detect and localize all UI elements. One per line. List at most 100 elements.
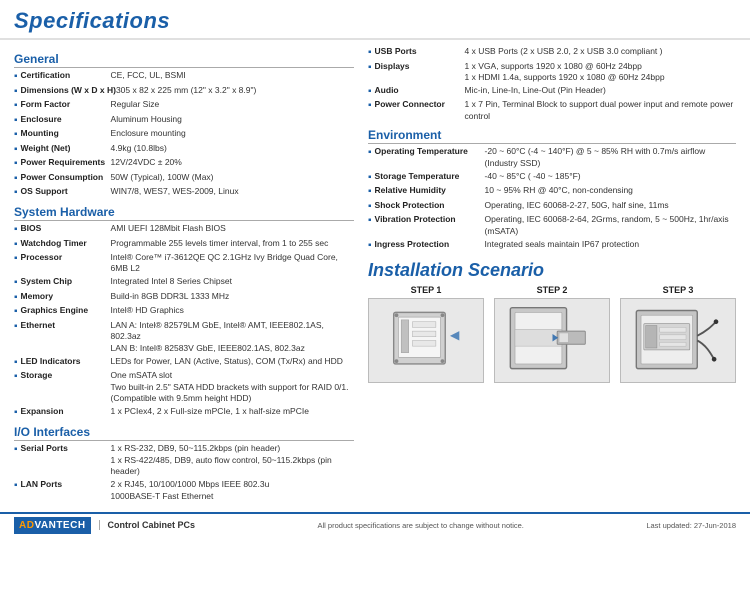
spec-label: Watchdog Timer — [21, 238, 111, 251]
page-footer: ADVANTECH Control Cabinet PCs All produc… — [0, 512, 750, 537]
logo-rest: VANTECH — [34, 520, 85, 531]
list-item: ▪Weight (Net)4.9kg (10.8lbs) — [14, 143, 354, 156]
spec-value: -20 ~ 60°C (-4 ~ 140°F) @ 5 ~ 85% RH wit… — [485, 146, 736, 169]
spec-value: 1 x VGA, supports 1920 x 1080 @ 60Hz 24b… — [465, 61, 736, 84]
spec-value: 12V/24VDC ± 20% — [111, 157, 354, 170]
footer-product: Control Cabinet PCs — [99, 520, 196, 530]
list-item: ▪LED IndicatorsLEDs for Power, LAN (Acti… — [14, 356, 354, 369]
spec-label: Form Factor — [21, 99, 111, 112]
step-image-1 — [368, 298, 484, 383]
spec-label: USB Ports — [375, 46, 465, 59]
bullet-icon: ▪ — [368, 61, 372, 84]
spec-label: System Chip — [21, 276, 111, 289]
list-item: ▪Shock ProtectionOperating, IEC 60068-2-… — [368, 200, 736, 213]
spec-value: Enclosure mounting — [111, 128, 354, 141]
spec-value: Operating, IEC 60068-2-64, 2Grms, random… — [485, 214, 736, 237]
list-item: ▪OS SupportWIN7/8, WES7, WES-2009, Linux — [14, 186, 354, 199]
advantech-logo: ADVANTECH — [14, 517, 91, 534]
step-image-3 — [620, 298, 736, 383]
list-item: ▪AudioMic-in, Line-In, Line-Out (Pin Hea… — [368, 85, 736, 98]
spec-value: Aluminum Housing — [111, 114, 354, 127]
spec-label: Enclosure — [21, 114, 111, 127]
main-content: General▪CertificationCE, FCC, UL, BSMI▪D… — [0, 40, 750, 504]
spec-label: Processor — [21, 252, 111, 275]
spec-label: Ethernet — [21, 320, 111, 354]
environment-title: Environment — [368, 128, 736, 144]
bullet-icon: ▪ — [368, 214, 372, 237]
list-item: ▪Power Requirements12V/24VDC ± 20% — [14, 157, 354, 170]
list-item: ▪Dimensions (W x D x H)305 x 82 x 225 mm… — [14, 85, 354, 98]
install-step-3: STEP 3 — [620, 285, 736, 383]
spec-label: Expansion — [21, 406, 111, 419]
spec-value: 4.9kg (10.8lbs) — [111, 143, 354, 156]
spec-value: Integrated Intel 8 Series Chipset — [111, 276, 354, 289]
list-item: ▪Storage Temperature-40 ~ 85°C ( -40 ~ 1… — [368, 171, 736, 184]
spec-value: 50W (Typical), 100W (Max) — [111, 172, 354, 185]
spec-value: Programmable 255 levels timer interval, … — [111, 238, 354, 251]
spec-list: ▪CertificationCE, FCC, UL, BSMI▪Dimensio… — [14, 70, 354, 199]
spec-label: Storage Temperature — [375, 171, 485, 184]
step-label: STEP 1 — [368, 285, 484, 295]
list-item: ▪CertificationCE, FCC, UL, BSMI — [14, 70, 354, 83]
spec-value: Intel® Core™ i7-3612QE QC 2.1GHz Ivy Bri… — [111, 252, 354, 275]
spec-value: Regular Size — [111, 99, 354, 112]
step-image-2 — [494, 298, 610, 383]
spec-value: -40 ~ 85°C ( -40 ~ 185°F) — [485, 171, 736, 184]
list-item: ▪Expansion1 x PCIex4, 2 x Full-size mPCI… — [14, 406, 354, 419]
spec-value: 1 x PCIex4, 2 x Full-size mPCIe, 1 x hal… — [111, 406, 354, 419]
spec-value: LAN A: Intel® 82579LM GbE, Intel® AMT, I… — [111, 320, 354, 354]
spec-label: Shock Protection — [375, 200, 485, 213]
bullet-icon: ▪ — [368, 239, 372, 252]
spec-label: Dimensions (W x D x H) — [21, 85, 116, 98]
list-item: ▪EthernetLAN A: Intel® 82579LM GbE, Inte… — [14, 320, 354, 354]
list-item: ▪Vibration ProtectionOperating, IEC 6006… — [368, 214, 736, 237]
spec-value: 1 x RS-232, DB9, 50~115.2kbps (pin heade… — [111, 443, 354, 477]
bullet-icon: ▪ — [14, 479, 18, 502]
step-label: STEP 3 — [620, 285, 736, 295]
list-item: ▪EnclosureAluminum Housing — [14, 114, 354, 127]
bullet-icon: ▪ — [14, 186, 18, 199]
spec-value: Integrated seals maintain IP67 protectio… — [485, 239, 736, 252]
footer-notice: All product specifications are subject t… — [318, 521, 524, 530]
list-item: ▪Serial Ports1 x RS-232, DB9, 50~115.2kb… — [14, 443, 354, 477]
bullet-icon: ▪ — [368, 171, 372, 184]
bullet-icon: ▪ — [14, 320, 18, 354]
spec-label: Audio — [375, 85, 465, 98]
list-item: ▪StorageOne mSATA slot Two built-in 2.5"… — [14, 370, 354, 404]
list-item: ▪MemoryBuild-in 8GB DDR3L 1333 MHz — [14, 291, 354, 304]
bullet-icon: ▪ — [368, 185, 372, 198]
page-header: Specifications — [0, 0, 750, 40]
spec-label: Serial Ports — [21, 443, 111, 477]
page-title: Specifications — [14, 8, 736, 34]
spec-value: 2 x RJ45, 10/100/1000 Mbps IEEE 802.3u 1… — [111, 479, 354, 502]
footer-left: ADVANTECH Control Cabinet PCs — [14, 517, 195, 534]
spec-value: Mic-in, Line-In, Line-Out (Pin Header) — [465, 85, 736, 98]
spec-value: Build-in 8GB DDR3L 1333 MHz — [111, 291, 354, 304]
list-item: ▪Displays1 x VGA, supports 1920 x 1080 @… — [368, 61, 736, 84]
list-item: ▪System ChipIntegrated Intel 8 Series Ch… — [14, 276, 354, 289]
spec-value: WIN7/8, WES7, WES-2009, Linux — [111, 186, 354, 199]
spec-value: CE, FCC, UL, BSMI — [111, 70, 354, 83]
left-column: General▪CertificationCE, FCC, UL, BSMI▪D… — [14, 46, 354, 504]
spec-value: Intel® HD Graphics — [111, 305, 354, 318]
spec-value: Operating, IEC 60068-2-27, 50G, half sin… — [485, 200, 736, 213]
list-item: ▪MountingEnclosure mounting — [14, 128, 354, 141]
bullet-icon: ▪ — [368, 46, 372, 59]
bullet-icon: ▪ — [14, 356, 18, 369]
step-label: STEP 2 — [494, 285, 610, 295]
bullet-icon: ▪ — [14, 157, 18, 170]
spec-list: ▪BIOSAMI UEFI 128Mbit Flash BIOS▪Watchdo… — [14, 223, 354, 419]
bullet-icon: ▪ — [14, 85, 18, 98]
spec-label: Graphics Engine — [21, 305, 111, 318]
bullet-icon: ▪ — [368, 146, 372, 169]
list-item: ▪Power Consumption50W (Typical), 100W (M… — [14, 172, 354, 185]
spec-label: OS Support — [21, 186, 111, 199]
list-item: ▪Power Connector1 x 7 Pin, Terminal Bloc… — [368, 99, 736, 122]
spec-list: ▪Serial Ports1 x RS-232, DB9, 50~115.2kb… — [14, 443, 354, 502]
install-step-2: STEP 2 — [494, 285, 610, 383]
environment-spec-list: ▪Operating Temperature-20 ~ 60°C (-4 ~ 1… — [368, 146, 736, 251]
bullet-icon: ▪ — [14, 114, 18, 127]
list-item: ▪Graphics EngineIntel® HD Graphics — [14, 305, 354, 318]
bullet-icon: ▪ — [14, 238, 18, 251]
install-step-1: STEP 1 — [368, 285, 484, 383]
